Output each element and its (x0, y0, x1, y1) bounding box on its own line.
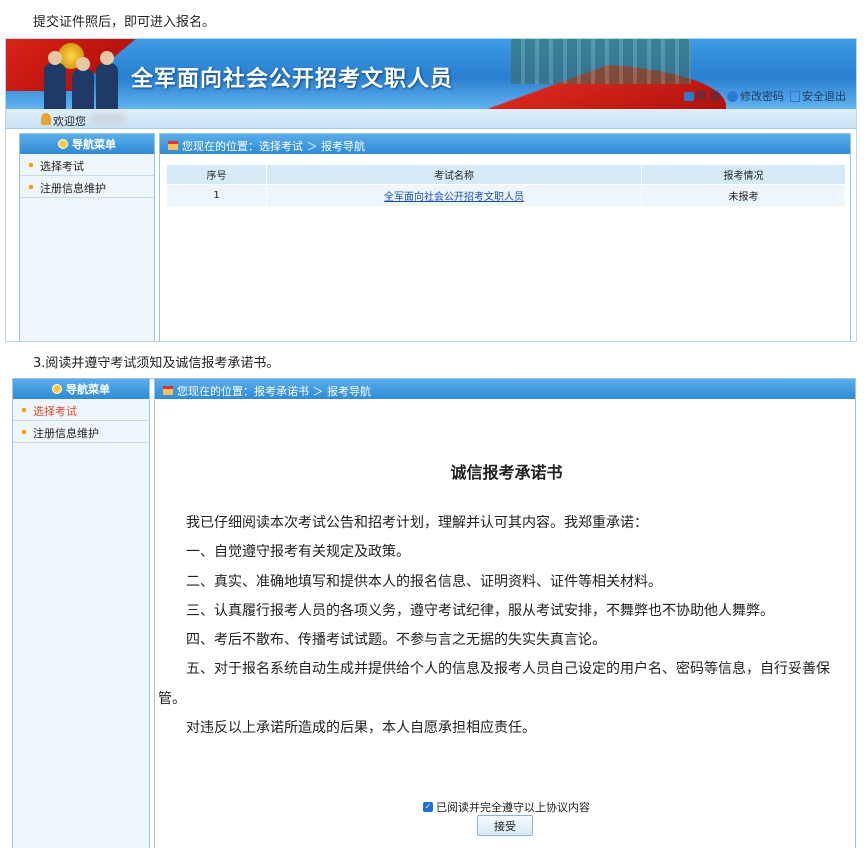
lock-icon (683, 91, 694, 101)
home-icon (163, 386, 173, 395)
sidebar: 导航菜单 选择考试 注册信息维护 (13, 379, 150, 848)
breadcrumb: 您现在的位置：报考承诺书 ＞ 报考导航 (155, 379, 855, 399)
sidebar-title: 导航菜单 (72, 138, 116, 151)
home-icon (168, 141, 178, 150)
agree-row: ✓ 已阅读并完全遵守以上协议内容 (155, 799, 855, 815)
table-row: 1 全军面向社会公开招考文职人员 未报考 (166, 184, 846, 207)
sidebar-item-select-exam[interactable]: 选择考试 (20, 154, 154, 176)
help-link[interactable]: 帮 助 (683, 88, 721, 104)
col-header-status: 报考情况 (641, 164, 846, 185)
breadcrumb: 您现在的位置：选择考试 ＞ 报考导航 (160, 134, 850, 154)
change-password-link[interactable]: 修改密码 (727, 88, 784, 104)
site-title: 全军面向社会公开招考文职人员 (131, 67, 454, 92)
pledge-paragraph: 二、真实、准确地填写和提供本人的报名信息、证明资料、证件等相关材料。 (186, 573, 662, 590)
sidebar-item-registration-info[interactable]: 注册信息维护 (20, 176, 154, 198)
exam-table: 序号 考试名称 报考情况 1 全军面向社会公开招考文职人员 未报考 (166, 164, 846, 207)
main-panel: 您现在的位置：选择考试 ＞ 报考导航 序号 考试名称 报考情况 1 全军面向社会… (159, 133, 851, 341)
sidebar: 导航菜单 选择考试 注册信息维护 (19, 133, 155, 341)
col-header-index: 序号 (166, 164, 267, 185)
user-icon (41, 113, 51, 125)
sidebar-title: 导航菜单 (66, 383, 110, 396)
soldiers-image (511, 39, 691, 84)
caption-step3: 3.阅读并遵守考试须知及诚信报考承诺书。 (33, 356, 280, 371)
sidebar-header: 导航菜单 (13, 379, 149, 399)
cell-index: 1 (166, 184, 267, 207)
agree-label[interactable]: 已阅读并完全遵守以上协议内容 (436, 799, 590, 815)
exit-icon (790, 90, 800, 102)
pledge-body: 我已仔细阅读本次考试公告和招考计划，理解并认可其内容。我郑重承诺： 一、自觉遵守… (158, 509, 848, 743)
cell-status: 未报考 (641, 184, 846, 207)
welcome-bar: 欢迎您 (6, 109, 856, 129)
menu-icon (52, 384, 62, 394)
accept-button[interactable]: 接受 (477, 815, 533, 836)
officer-figure (96, 51, 118, 109)
cell-exam-name: 全军面向社会公开招考文职人员 (266, 184, 642, 207)
menu-icon (58, 139, 68, 149)
col-header-exam-name: 考试名称 (266, 164, 642, 185)
pledge-title: 诚信报考承诺书 (450, 463, 563, 482)
exam-selection-screenshot: 全军面向社会公开招考文职人员 帮 助 修改密码 安全退出 欢迎您 导航菜单 选择… (5, 38, 857, 342)
welcome-text: 欢迎您 (53, 115, 86, 128)
help-icon (727, 90, 738, 102)
officer-figure (44, 51, 66, 109)
breadcrumb-text: 您现在的位置：报考承诺书 ＞ 报考导航 (177, 384, 371, 398)
top-links: 帮 助 修改密码 安全退出 (683, 88, 846, 104)
pledge-screenshot: 导航菜单 选择考试 注册信息维护 您现在的位置：报考承诺书 ＞ 报考导航 诚信报… (12, 378, 856, 848)
pledge-paragraph: 四、考后不散布、传播考试试题。不参与言之无据的失实失真言论。 (186, 632, 606, 649)
pledge-panel: 您现在的位置：报考承诺书 ＞ 报考导航 诚信报考承诺书 我已仔细阅读本次考试公告… (154, 379, 855, 848)
officer-figure (72, 57, 94, 109)
pledge-paragraph: 一、自觉遵守报考有关规定及政策。 (186, 544, 410, 561)
exam-name-link[interactable]: 全军面向社会公开招考文职人员 (384, 192, 524, 203)
breadcrumb-text: 您现在的位置：选择考试 ＞ 报考导航 (182, 139, 365, 153)
caption-submit-photo: 提交证件照后，即可进入报名。 (33, 15, 216, 30)
sidebar-item-registration-info[interactable]: 注册信息维护 (13, 421, 149, 443)
pledge-paragraph: 我已仔细阅读本次考试公告和招考计划，理解并认可其内容。我郑重承诺： (186, 515, 648, 531)
pledge-paragraph: 对违反以上承诺所造成的后果，本人自愿承担相应责任。 (186, 720, 536, 737)
checkbox-checked-icon[interactable]: ✓ (423, 802, 433, 812)
site-banner: 全军面向社会公开招考文职人员 帮 助 修改密码 安全退出 (6, 39, 856, 109)
logout-link[interactable]: 安全退出 (790, 88, 846, 104)
table-header-row: 序号 考试名称 报考情况 (166, 164, 846, 185)
blurred-username (91, 113, 125, 125)
sidebar-item-select-exam[interactable]: 选择考试 (13, 399, 149, 421)
pledge-paragraph: 三、认真履行报考人员的各项义务，遵守考试纪律，服从考试安排，不舞弊也不协助他人舞… (186, 602, 774, 619)
pledge-paragraph: 五、对于报名系统自动生成并提供给个人的信息及报考人员自己设定的用户名、密码等信息… (158, 661, 830, 707)
sidebar-header: 导航菜单 (20, 134, 154, 154)
